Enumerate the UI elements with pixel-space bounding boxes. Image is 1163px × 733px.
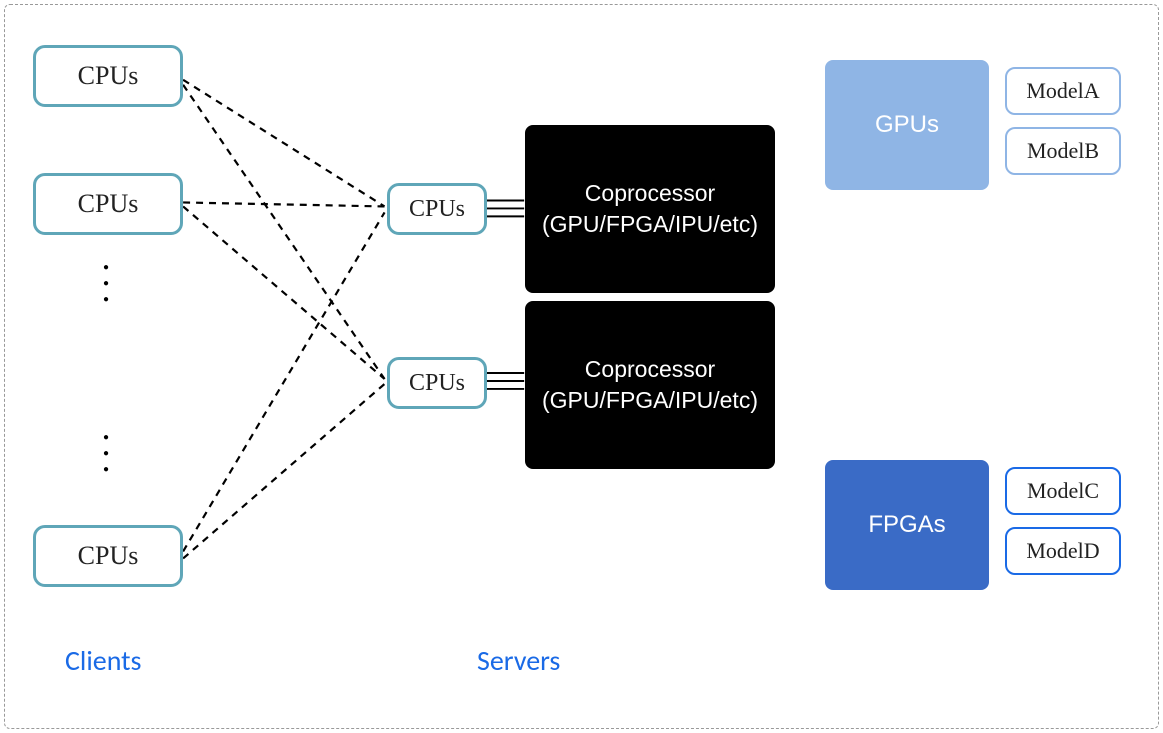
coprocessor-label: Coprocessor (GPU/FPGA/IPU/etc) xyxy=(531,178,769,240)
vertical-dots-2: ●●● xyxy=(103,430,109,478)
model-b-label: ModelB xyxy=(1027,138,1099,164)
client-cpu-box-2: CPUs xyxy=(33,173,183,235)
model-c-label: ModelC xyxy=(1027,478,1099,504)
gpus-box: GPUs xyxy=(825,60,989,190)
diagram-frame: CPUs CPUs ●●● ●●● CPUs CPUs CPUs Coproce… xyxy=(4,4,1159,729)
client-cpu-box-1: CPUs xyxy=(33,45,183,107)
server-cpu-label: CPUs xyxy=(409,370,465,397)
coprocessor-box-2: Coprocessor (GPU/FPGA/IPU/etc) xyxy=(525,301,775,469)
server-cpu-label: CPUs xyxy=(409,196,465,223)
client-cpu-label: CPUs xyxy=(78,189,139,219)
coprocessor-box-1: Coprocessor (GPU/FPGA/IPU/etc) xyxy=(525,125,775,293)
clients-section-label: Clients xyxy=(65,643,142,678)
model-d-box: ModelD xyxy=(1005,527,1121,575)
coprocessor-label: Coprocessor (GPU/FPGA/IPU/etc) xyxy=(531,354,769,416)
fpgas-label: FPGAs xyxy=(868,511,945,539)
model-a-label: ModelA xyxy=(1026,78,1099,104)
server-cpu-box-2: CPUs xyxy=(387,357,487,409)
servers-section-label: Servers xyxy=(477,643,560,678)
model-c-box: ModelC xyxy=(1005,467,1121,515)
model-b-box: ModelB xyxy=(1005,127,1121,175)
model-d-label: ModelD xyxy=(1026,538,1099,564)
client-cpu-label: CPUs xyxy=(78,541,139,571)
gpus-label: GPUs xyxy=(875,111,939,139)
model-a-box: ModelA xyxy=(1005,67,1121,115)
fpgas-box: FPGAs xyxy=(825,460,989,590)
client-cpu-box-3: CPUs xyxy=(33,525,183,587)
client-cpu-label: CPUs xyxy=(78,61,139,91)
server-cpu-box-1: CPUs xyxy=(387,183,487,235)
vertical-dots-1: ●●● xyxy=(103,260,109,308)
